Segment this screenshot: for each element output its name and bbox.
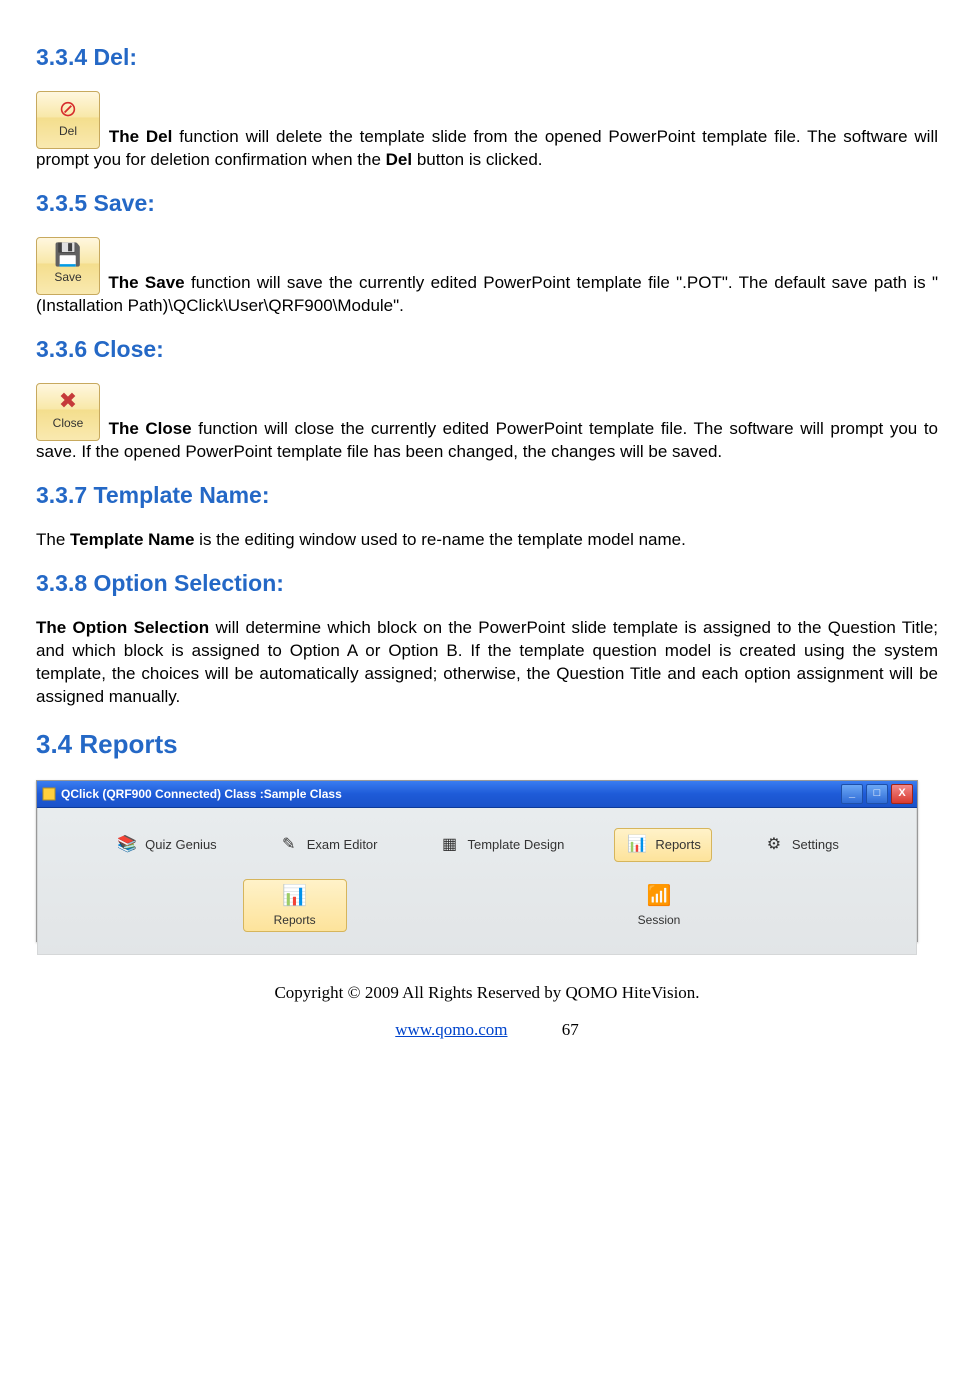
template-design-label: Template Design <box>468 836 565 854</box>
tn-term: Template Name <box>70 530 194 549</box>
close-window-button[interactable]: X <box>891 784 913 804</box>
reports-screenshot: QClick (QRF900 Connected) Class :Sample … <box>36 780 918 942</box>
save-icon-label: Save <box>37 269 99 285</box>
save-term: The Save <box>108 273 184 292</box>
settings-button[interactable]: ⚙ Settings <box>752 829 849 861</box>
session-sub-label: Session <box>638 912 681 928</box>
minimize-button[interactable]: _ <box>841 784 863 804</box>
heading-close: 3.3.6 Close: <box>36 334 938 365</box>
page-footer: Copyright © 2009 All Rights Reserved by … <box>36 982 938 1042</box>
tn-lead: The <box>36 530 70 549</box>
del-icon-label: Del <box>37 123 99 139</box>
close-icon-label: Close <box>37 415 99 431</box>
reports-sub-icon: 📊 <box>282 883 307 910</box>
heading-reports: 3.4 Reports <box>36 727 938 762</box>
heading-del: 3.3.4 Del: <box>36 42 938 73</box>
close-paragraph: The Close function will close the curren… <box>36 419 938 461</box>
settings-label: Settings <box>792 836 839 854</box>
window-titlebar: QClick (QRF900 Connected) Class :Sample … <box>37 781 917 808</box>
heading-template-name: 3.3.7 Template Name: <box>36 480 938 511</box>
del-icon-button: ⊘ Del <box>36 91 100 149</box>
toolbar-row-2: 📊 Reports 📶 Session <box>52 878 902 934</box>
heading-option-selection: 3.3.8 Option Selection: <box>36 568 938 599</box>
exam-editor-label: Exam Editor <box>307 836 378 854</box>
reports-sub-label: Reports <box>274 912 316 928</box>
del-paragraph: The Del function will delete the templat… <box>36 127 938 169</box>
save-icon: 💾 <box>37 244 99 266</box>
template-design-icon: ▦ <box>438 833 462 857</box>
exam-editor-icon: ✎ <box>277 833 301 857</box>
template-name-paragraph: The Template Name is the editing window … <box>36 529 938 552</box>
footer-url[interactable]: www.qomo.com <box>395 1020 507 1039</box>
close-icon-button: ✖ Close <box>36 383 100 441</box>
app-icon <box>42 787 56 801</box>
del-term: The Del <box>109 127 173 146</box>
exam-editor-button[interactable]: ✎ Exam Editor <box>267 829 388 861</box>
settings-icon: ⚙ <box>762 833 786 857</box>
quiz-genius-label: Quiz Genius <box>145 836 217 854</box>
save-paragraph: The Save function will save the currentl… <box>36 273 938 315</box>
save-icon-button: 💾 Save <box>36 237 100 295</box>
session-sub-button[interactable]: 📶 Session <box>607 879 712 932</box>
window-title-text: QClick (QRF900 Connected) Class :Sample … <box>61 786 342 802</box>
del-bold-mid: Del <box>386 150 412 169</box>
template-design-button[interactable]: ▦ Template Design <box>428 829 575 861</box>
reports-button[interactable]: 📊 Reports <box>614 828 712 862</box>
close-x-icon: ✖ <box>37 390 99 412</box>
page-number: 67 <box>562 1020 579 1039</box>
option-selection-paragraph: The Option Selection will determine whic… <box>36 617 938 709</box>
session-sub-icon: 📶 <box>647 883 672 910</box>
toolbar-row-1: 📚 Quiz Genius ✎ Exam Editor ▦ Template Desi… <box>52 816 902 874</box>
quiz-genius-icon: 📚 <box>115 833 139 857</box>
toolbar-area: 📚 Quiz Genius ✎ Exam Editor ▦ Template Desi… <box>37 808 917 955</box>
quiz-genius-button[interactable]: 📚 Quiz Genius <box>105 829 227 861</box>
delete-icon: ⊘ <box>37 98 99 120</box>
copyright-text: Copyright © 2009 All Rights Reserved by … <box>36 982 938 1005</box>
maximize-button[interactable]: □ <box>866 784 888 804</box>
reports-label: Reports <box>655 836 701 854</box>
os-term: The Option Selection <box>36 618 209 637</box>
tn-body: is the editing window used to re-name th… <box>194 530 685 549</box>
del-tail: button is clicked. <box>412 150 542 169</box>
reports-icon: 📊 <box>625 833 649 857</box>
close-term: The Close <box>109 419 192 438</box>
reports-sub-button[interactable]: 📊 Reports <box>243 879 347 932</box>
heading-save: 3.3.5 Save: <box>36 188 938 219</box>
